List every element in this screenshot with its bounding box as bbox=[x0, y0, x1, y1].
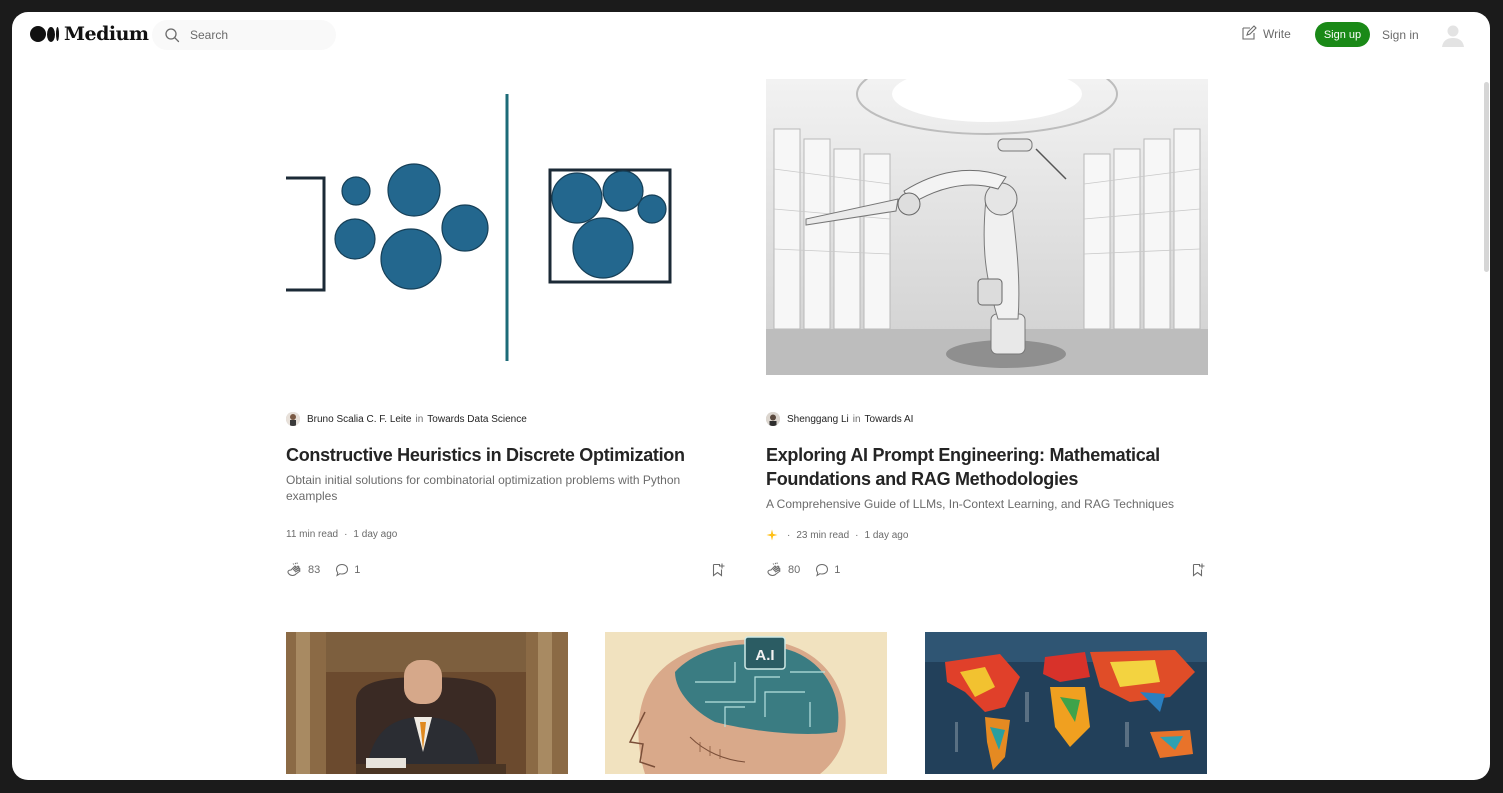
article-thumbnail-1[interactable] bbox=[286, 632, 568, 774]
write-label: Write bbox=[1263, 26, 1291, 41]
colorful-world-map-image bbox=[925, 632, 1207, 774]
browser-page: Medium Write Sign up Sign in bbox=[12, 12, 1490, 780]
comment-count: 1 bbox=[354, 564, 361, 576]
publication-name[interactable]: Towards Data Science bbox=[427, 414, 527, 425]
clap-button[interactable]: 80 bbox=[766, 561, 800, 579]
search-icon bbox=[165, 28, 180, 43]
comment-button[interactable]: 1 bbox=[334, 562, 360, 578]
author-avatar[interactable] bbox=[286, 412, 300, 426]
article-subtitle[interactable]: A Comprehensive Guide of LLMs, In-Contex… bbox=[766, 496, 1208, 512]
clap-icon bbox=[287, 562, 301, 576]
post-age: 1 day ago bbox=[353, 529, 398, 540]
page-scrollbar[interactable] bbox=[1484, 82, 1489, 272]
clap-count: 80 bbox=[788, 564, 801, 576]
author-name[interactable]: Bruno Scalia C. F. Leite bbox=[307, 414, 412, 425]
read-time: 23 min read bbox=[796, 529, 850, 541]
in-label: in bbox=[852, 413, 861, 425]
medium-logo-text: Medium bbox=[64, 23, 149, 45]
top-navigation-bar: Medium Write Sign up Sign in bbox=[12, 12, 1490, 58]
comment-icon bbox=[816, 563, 829, 577]
article-stats: · 23 min read · 1 day ago bbox=[766, 529, 908, 541]
publication-name[interactable]: Towards AI bbox=[865, 414, 914, 425]
comment-button[interactable]: 1 bbox=[814, 562, 840, 578]
medium-logo[interactable]: Medium bbox=[30, 23, 149, 45]
article-byline: Bruno Scalia C. F. Leite in Towards Data… bbox=[286, 412, 527, 426]
article-byline: Shenggang Li in Towards AI bbox=[766, 412, 913, 426]
search-bar[interactable] bbox=[152, 20, 336, 50]
ai-brain-head-image: A.I bbox=[605, 632, 887, 774]
author-avatar[interactable] bbox=[766, 412, 780, 426]
separator-dot: · bbox=[855, 529, 859, 541]
comment-icon bbox=[336, 563, 349, 577]
circle-packing-illustration bbox=[286, 79, 728, 375]
article-card-2[interactable]: Shenggang Li in Towards AI Exploring AI … bbox=[766, 79, 1208, 579]
article-image-packing-diagram[interactable] bbox=[286, 79, 728, 375]
read-time: 11 min read bbox=[286, 529, 339, 540]
author-name[interactable]: Shenggang Li bbox=[787, 414, 849, 425]
separator-dot: · bbox=[787, 529, 791, 541]
clap-button[interactable]: 83 bbox=[286, 561, 320, 579]
ai-badge-text: A.I bbox=[755, 647, 774, 664]
article-stats: 11 min read · 1 day ago bbox=[286, 529, 397, 540]
article-card-1[interactable]: Bruno Scalia C. F. Leite in Towards Data… bbox=[286, 79, 728, 579]
sign-in-link[interactable]: Sign in bbox=[1382, 28, 1419, 42]
bookmark-add-icon[interactable] bbox=[1190, 562, 1206, 578]
man-at-desk-image bbox=[286, 632, 568, 774]
search-input[interactable] bbox=[188, 27, 332, 43]
post-age: 1 day ago bbox=[864, 529, 909, 541]
separator-dot: · bbox=[344, 529, 348, 540]
robot-arm-lab-illustration bbox=[766, 79, 1208, 375]
article-title[interactable]: Constructive Heuristics in Discrete Opti… bbox=[286, 443, 728, 467]
article-actions: 80 1 bbox=[766, 561, 854, 579]
sign-up-button[interactable]: Sign up bbox=[1315, 22, 1370, 47]
comment-count: 1 bbox=[834, 564, 841, 576]
article-thumbnail-2[interactable]: A.I bbox=[605, 632, 887, 774]
in-label: in bbox=[415, 413, 424, 425]
article-thumbnail-3[interactable] bbox=[925, 632, 1207, 774]
write-button[interactable]: Write bbox=[1240, 25, 1291, 42]
user-avatar-icon[interactable] bbox=[1440, 22, 1466, 48]
article-actions: 83 1 bbox=[286, 561, 374, 579]
article-image-robot-arm[interactable] bbox=[766, 79, 1208, 375]
article-subtitle[interactable]: Obtain initial solutions for combinatori… bbox=[286, 472, 716, 504]
pencil-note-icon bbox=[1242, 25, 1257, 40]
clap-count: 83 bbox=[308, 564, 321, 576]
member-star-icon bbox=[766, 529, 778, 541]
clap-icon bbox=[767, 562, 781, 576]
medium-logo-icon bbox=[30, 26, 59, 42]
article-title[interactable]: Exploring AI Prompt Engineering: Mathema… bbox=[766, 443, 1196, 491]
bookmark-add-icon[interactable] bbox=[710, 562, 726, 578]
